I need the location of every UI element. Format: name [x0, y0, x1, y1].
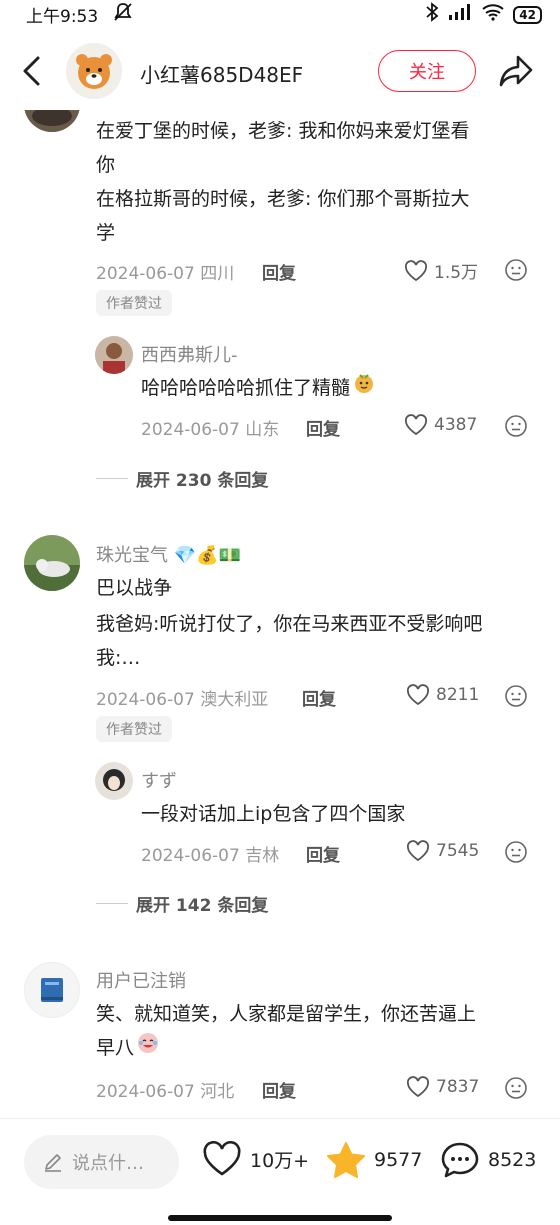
reply-date-location: 2024-06-07 山东 [141, 420, 280, 440]
like-button[interactable]: 7545 [406, 840, 479, 862]
commenter-avatar[interactable] [24, 535, 80, 591]
comment-text-line: 你 [96, 154, 116, 176]
like-count: 8211 [436, 685, 480, 705]
reply-avatar[interactable] [95, 336, 133, 374]
like-post-button[interactable]: 10万+ [202, 1141, 309, 1177]
bluetooth-icon [425, 2, 439, 27]
comment-text-line: 笑、就知道笑，人家都是留学生，你还苦逼上 [96, 1003, 477, 1025]
comment-count: 8523 [488, 1149, 537, 1171]
comment-list[interactable]: 在爱丁堡的时候，老爹: 我和你妈来爱灯堡看 你 在格拉斯哥的时候，老爹: 你们那… [0, 110, 560, 1115]
like-button[interactable]: 8211 [406, 684, 479, 706]
author-avatar[interactable] [66, 43, 122, 99]
emoji-reaction-icon[interactable] [504, 258, 528, 286]
star-icon [327, 1142, 365, 1178]
reply-author-name[interactable]: すず [141, 767, 177, 793]
comment-input[interactable]: 说点什… [24, 1135, 179, 1189]
emoji-reaction-icon[interactable] [504, 414, 528, 442]
header: 小红薯685D48EF 关注 [0, 40, 560, 104]
comment-date-location: 2024-06-07 澳大利亚 [96, 690, 269, 710]
heart-icon [203, 1141, 241, 1176]
home-indicator[interactable] [168, 1215, 392, 1221]
comment-text-line: 在爱丁堡的时候，老爹: 我和你妈来爱灯堡看 [96, 120, 470, 142]
share-icon[interactable] [498, 54, 534, 92]
like-count: 1.5万 [434, 263, 479, 283]
status-bar: 上午9:53 42 [0, 0, 560, 28]
reply-date-location: 2024-06-07 吉林 [141, 846, 280, 866]
like-count: 7837 [436, 1077, 480, 1097]
commenter-name[interactable]: 用户已注销 [96, 967, 186, 993]
comment-text-line: 在格拉斯哥的时候，老爹: 你们那个哥斯拉大 [96, 188, 470, 210]
expand-replies-button[interactable]: 展开 230 条回复 [96, 466, 268, 491]
reply-button[interactable]: 回复 [302, 685, 336, 710]
book-icon [41, 978, 63, 1002]
like-button[interactable]: 7837 [406, 1076, 479, 1098]
follow-button[interactable]: 关注 [378, 50, 476, 92]
comment-date-location: 2024-06-07 河北 [96, 1082, 235, 1102]
comments-button[interactable]: 8523 [440, 1141, 536, 1179]
author-liked-badge: 作者赞过 [96, 290, 172, 316]
pencil-icon [45, 1154, 61, 1172]
author-liked-badge: 作者赞过 [96, 716, 172, 742]
reply-avatar[interactable] [95, 762, 133, 800]
banknote-icon: 💵 [218, 545, 241, 566]
reply-text: 哈哈哈哈哈哈抓住了精髓 [141, 371, 376, 406]
comment-text-line: 学 [96, 222, 116, 244]
heart-icon [404, 414, 428, 436]
like-button[interactable]: 4387 [404, 414, 477, 436]
emoji-reaction-icon[interactable] [504, 840, 528, 868]
doge-emoji-icon [352, 371, 376, 406]
heart-icon [406, 1076, 430, 1098]
back-arrow-icon[interactable] [18, 54, 46, 92]
comment-text-line: 我:… [96, 647, 141, 669]
reply-button[interactable]: 回复 [306, 841, 340, 866]
crying-laughing-emoji-icon [136, 1031, 160, 1066]
battery-indicator: 42 [513, 5, 542, 24]
comment-bubble-icon [441, 1142, 479, 1178]
comment-text-line: 巴以战争 [96, 577, 173, 599]
reply-button[interactable]: 回复 [262, 259, 296, 284]
emoji-reaction-icon[interactable] [504, 684, 528, 712]
like-count: 4387 [434, 415, 478, 435]
diamond-icon: 💎 [173, 545, 197, 566]
commenter-avatar[interactable] [24, 110, 80, 132]
reply-author-name[interactable]: 西西弗斯儿- [141, 341, 238, 367]
reply-button[interactable]: 回复 [306, 415, 340, 440]
comment-date-location: 2024-06-07 四川 [96, 264, 235, 284]
heart-icon [406, 840, 430, 862]
reply-button[interactable]: 回复 [262, 1077, 296, 1102]
comment-input-placeholder: 说点什… [72, 1153, 144, 1174]
commenter-name[interactable]: 珠光宝气 💎💰💵 [96, 541, 241, 567]
money-bag-icon: 💰 [196, 545, 219, 566]
bottom-action-bar: 说点什… 10万+ 9577 8523 [0, 1118, 560, 1225]
expand-replies-button[interactable]: 展开 142 条回复 [96, 891, 268, 916]
emoji-reaction-icon[interactable] [504, 1076, 528, 1104]
comment-text-line: 早八 [96, 1031, 160, 1066]
heart-icon [406, 684, 430, 706]
commenter-avatar[interactable] [24, 962, 80, 1018]
signal-icon [447, 3, 473, 26]
reply-text: 一段对话加上ip包含了四个国家 [141, 803, 406, 825]
mute-icon [112, 1, 134, 28]
heart-icon [404, 259, 428, 281]
like-button[interactable]: 1.5万 [404, 258, 478, 283]
wifi-icon [481, 3, 505, 26]
collect-button[interactable]: 9577 [326, 1141, 422, 1179]
status-time: 上午9:53 [26, 7, 99, 27]
comment-text-line: 我爸妈:听说打仗了，你在马来西亚不受影响吧 [96, 613, 483, 635]
like-count: 7545 [436, 841, 480, 861]
like-count: 10万+ [250, 1149, 310, 1172]
collect-count: 9577 [374, 1149, 423, 1171]
author-name[interactable]: 小红薯685D48EF [140, 59, 303, 88]
